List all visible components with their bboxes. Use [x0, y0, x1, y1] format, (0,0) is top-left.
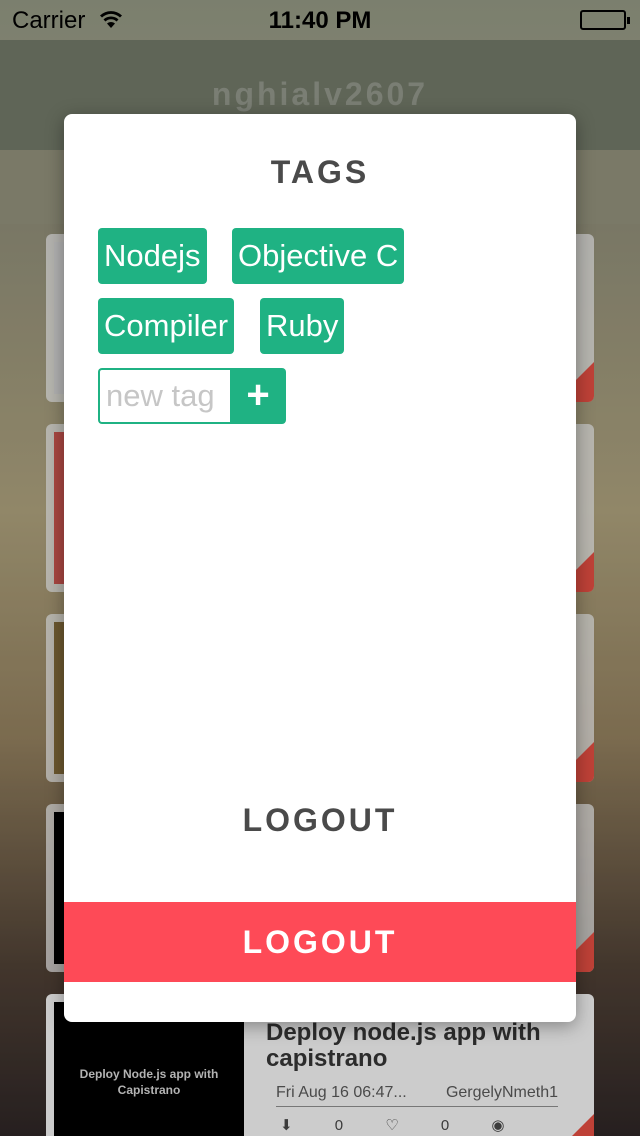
new-tag-form: +	[98, 368, 286, 424]
tag-chip-nodejs[interactable]: Nodejs	[98, 228, 207, 284]
add-tag-button[interactable]: +	[230, 368, 286, 424]
new-tag-input[interactable]	[98, 368, 232, 424]
tag-chip-objective-c[interactable]: Objective C	[232, 228, 405, 284]
logout-button[interactable]: LOGOUT	[64, 902, 576, 982]
battery-icon	[580, 10, 630, 30]
status-bar: Carrier 11:40 PM	[0, 0, 640, 40]
logout-heading[interactable]: LOGOUT	[64, 802, 576, 839]
tags-modal: TAGS Nodejs Objective C Compiler Ruby + …	[64, 114, 576, 1022]
modal-title: TAGS	[270, 154, 370, 190]
tag-chip-compiler[interactable]: Compiler	[98, 298, 235, 354]
tag-chip-ruby[interactable]: Ruby	[260, 298, 345, 354]
clock-time: 11:40 PM	[268, 7, 372, 34]
